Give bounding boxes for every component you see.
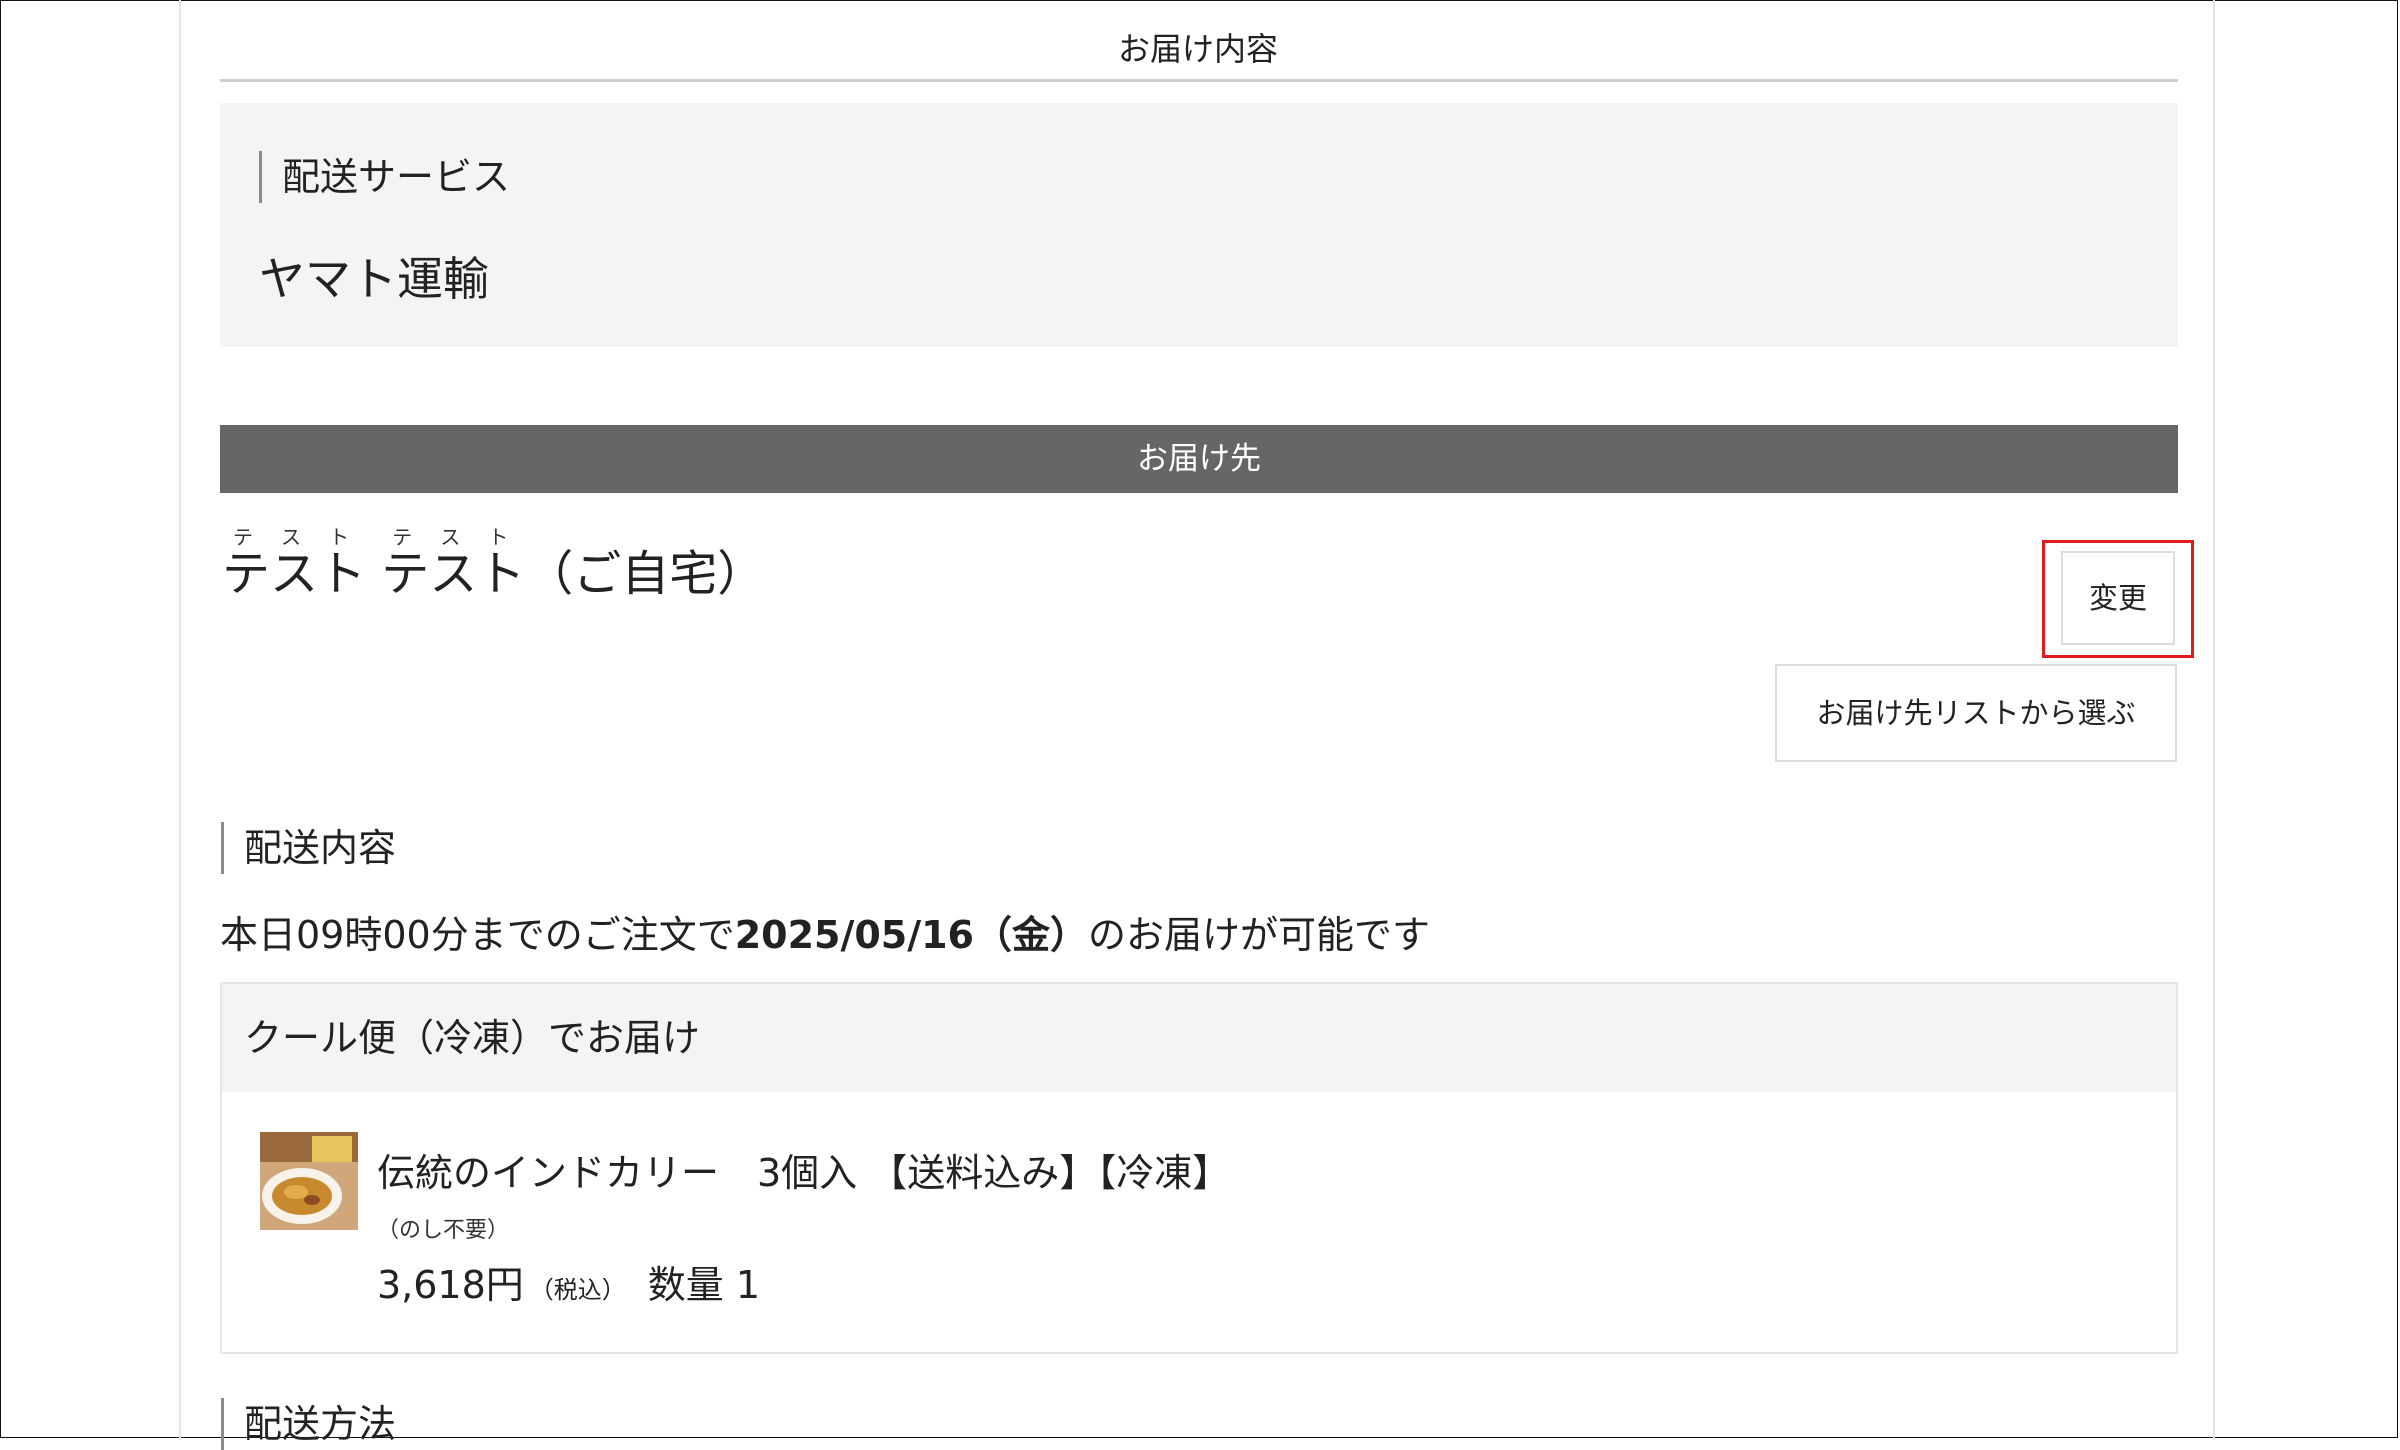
given-name-kana: テスト bbox=[381, 525, 526, 549]
product-quantity: 数量 1 bbox=[647, 1263, 761, 1307]
delivery-content-label: 配送内容 bbox=[221, 822, 396, 874]
shipment-card: クール便（冷凍）でお届け 伝統のインドカリー 3個入 【送料込み】【冷凍】 （の… bbox=[220, 982, 2178, 1354]
tab-underline bbox=[220, 79, 2178, 82]
checkout-page: お届け内容 配送サービス ヤマト運輸 お届け先 テストテスト テストテスト（ご自… bbox=[179, 0, 2215, 1450]
tab-delivery-content[interactable]: お届け内容 bbox=[220, 24, 2176, 70]
noshi-note: （のし不要） bbox=[377, 1218, 510, 1243]
tax-included-label: （税込） bbox=[529, 1276, 626, 1304]
delivery-service-label: 配送サービス bbox=[259, 151, 510, 203]
change-destination-button[interactable]: 変更 bbox=[2061, 551, 2175, 645]
delivery-method-label: 配送方法 bbox=[221, 1398, 396, 1450]
delivery-service-panel: 配送サービス ヤマト運輸 bbox=[220, 103, 2178, 347]
product-name: 伝統のインドカリー 3個入 【送料込み】【冷凍】 bbox=[377, 1151, 1231, 1195]
product-price-line: 3,618円 （税込） 数量 1 bbox=[377, 1254, 760, 1309]
delivery-date: 2025/05/16（金） bbox=[734, 913, 1089, 957]
delivery-service-value: ヤマト運輸 bbox=[259, 252, 489, 306]
delivery-availability-text: 本日09時00分までのご注文で2025/05/16（金）のお届けが可能です bbox=[220, 913, 1431, 957]
destination-name: テストテスト テストテスト（ご自宅） bbox=[222, 525, 766, 604]
shipping-type-header: クール便（冷凍）でお届け bbox=[222, 984, 2176, 1092]
destination-family-name: テストテスト bbox=[222, 525, 367, 602]
destination-suffix: （ご自宅） bbox=[525, 546, 766, 602]
product-thumbnail bbox=[260, 1132, 358, 1230]
select-from-address-list-button[interactable]: お届け先リストから選ぶ bbox=[1775, 664, 2177, 762]
family-name-kana: テスト bbox=[222, 525, 367, 549]
product-price: 3,618円 bbox=[377, 1263, 524, 1307]
curry-plate-image-icon bbox=[260, 1132, 358, 1230]
destination-header: お届け先 bbox=[220, 425, 2178, 493]
destination-given-name: テストテスト bbox=[381, 525, 526, 602]
